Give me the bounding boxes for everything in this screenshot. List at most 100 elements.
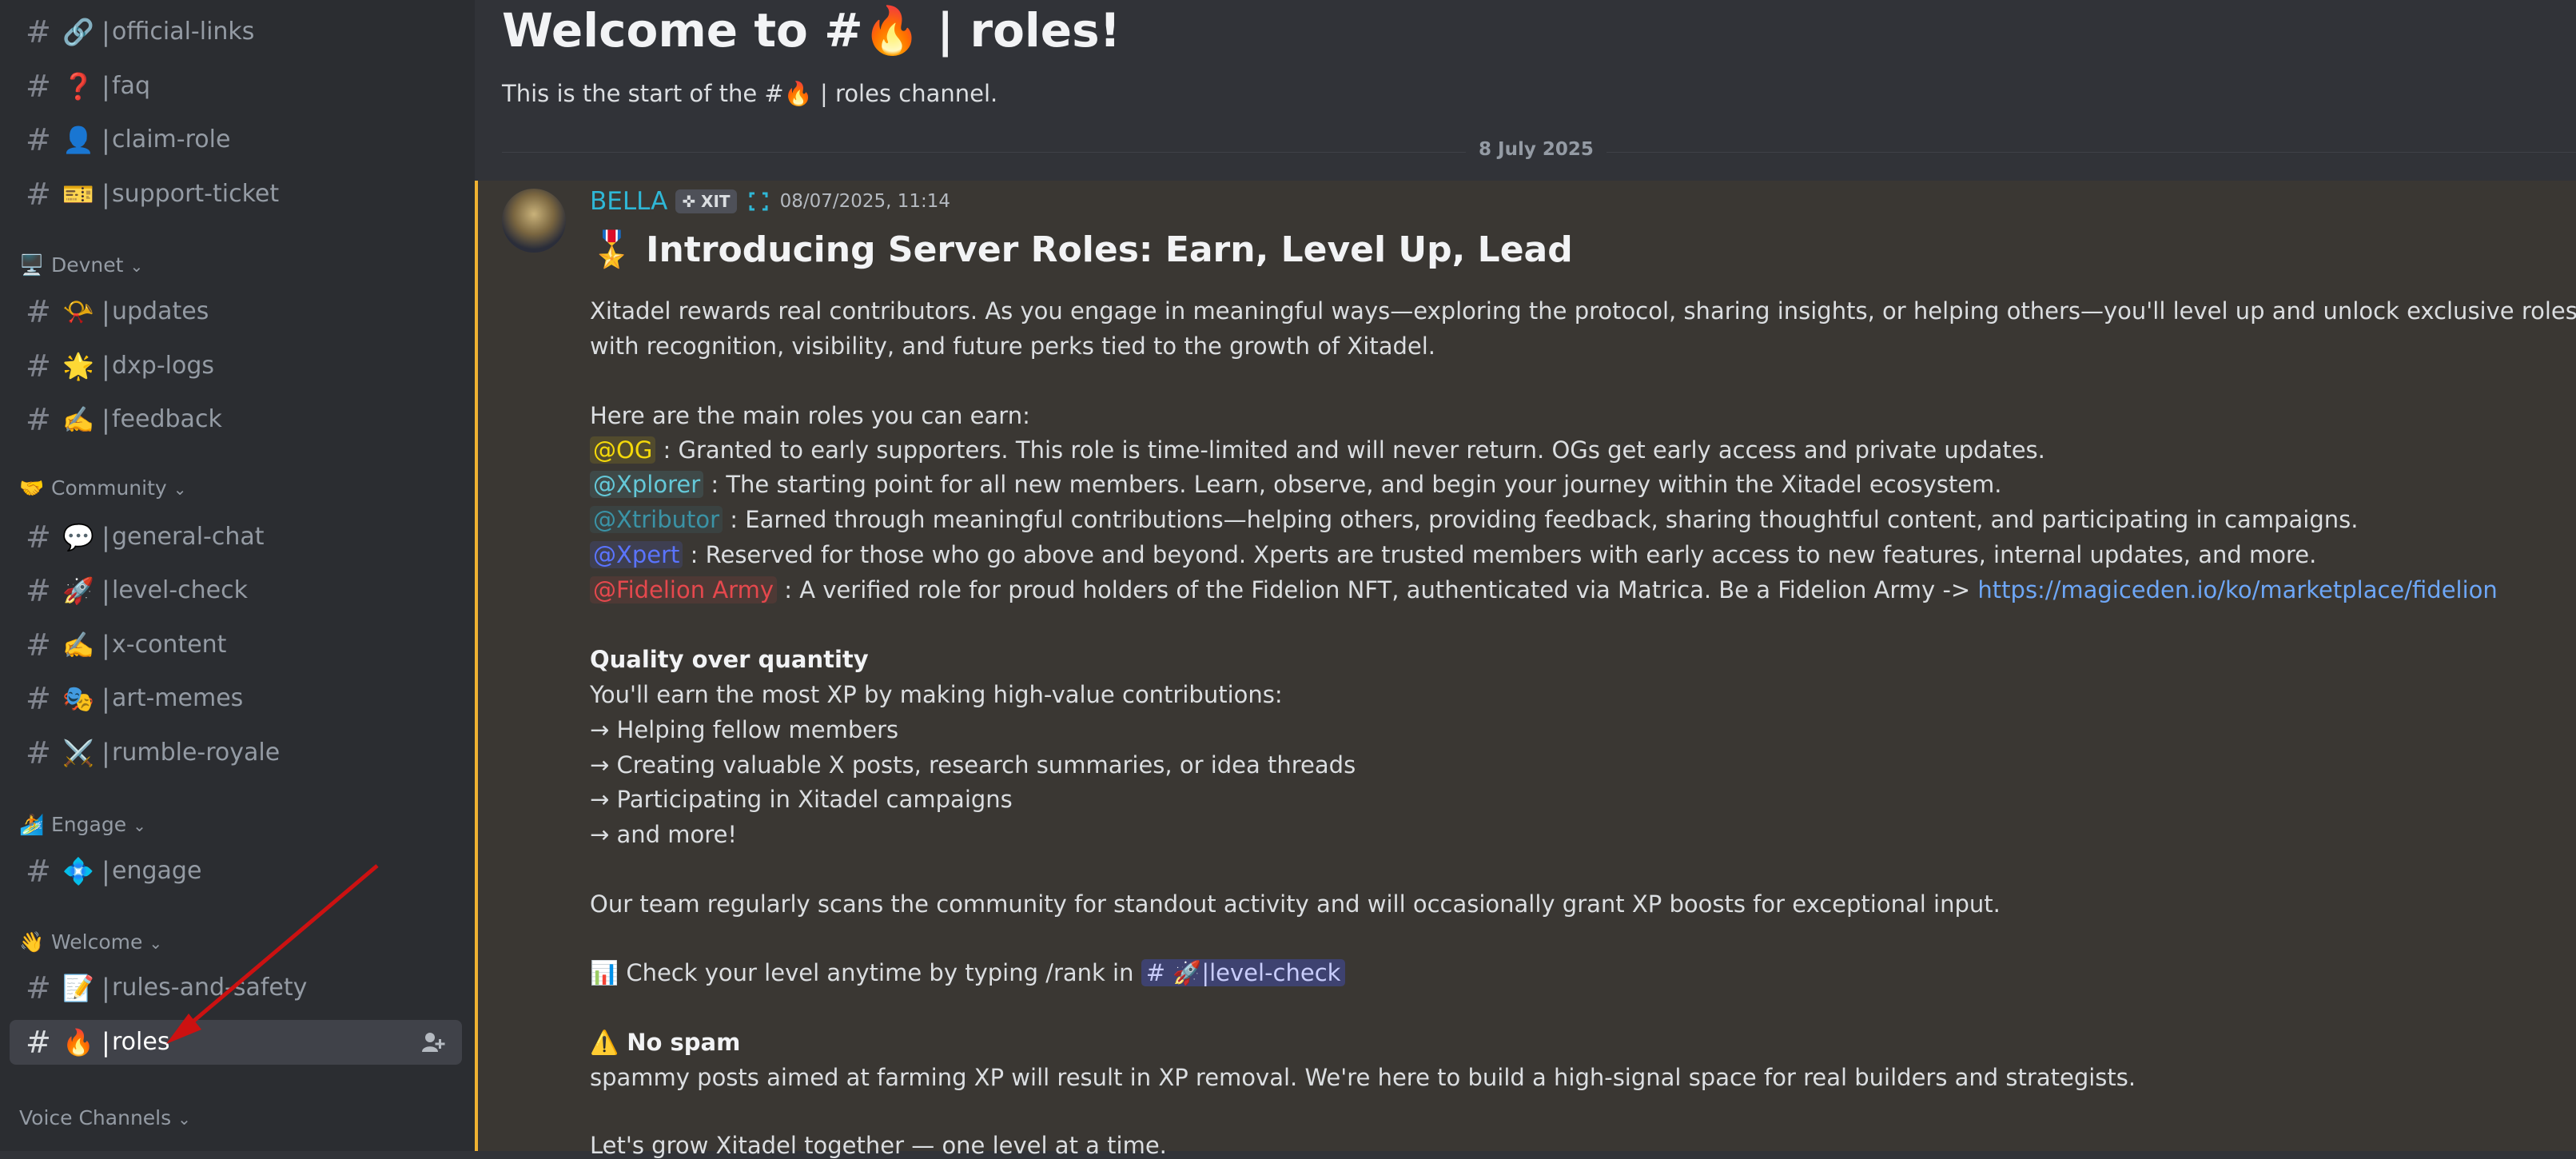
channel-name: feedback	[112, 405, 222, 433]
hash-icon: #	[26, 402, 51, 437]
role-mention[interactable]: @OG	[590, 436, 656, 464]
no-spam-title: ⚠️ No spam	[590, 1029, 741, 1056]
level-check-line: 📊 Check your level anytime by typing /ra…	[590, 959, 1346, 987]
role-description: : The starting point for all new members…	[703, 471, 2002, 498]
role-description: : Granted to early supporters. This role…	[655, 436, 2045, 464]
quality-title: Quality over quantity	[590, 646, 869, 673]
hash-icon: #	[26, 627, 51, 663]
channel-name: x-content	[112, 631, 227, 659]
medal-icon: 🎖️	[590, 229, 634, 270]
intro-line-2: with recognition, visibility, and future…	[590, 333, 1436, 360]
sidebar-channel-dxp-logs[interactable]: # 🌟 | dxp-logs	[10, 344, 462, 388]
bar-chart-icon: 📊	[590, 959, 619, 986]
hash-icon: #	[26, 348, 51, 384]
category-label: Engage	[51, 813, 127, 836]
hash-icon: #	[26, 520, 51, 555]
category-icon: 🖥️	[19, 253, 45, 277]
fidelion-link[interactable]: https://magiceden.io/ko/marketplace/fide…	[1977, 576, 2497, 603]
category-3[interactable]: 🏄 Engage ⌄	[19, 813, 146, 837]
chevron-down-icon: ⌄	[177, 1109, 191, 1129]
channel-separator: |	[102, 179, 110, 209]
hash-icon: #	[26, 735, 51, 771]
role-line: @Xpert : Reserved for those who go above…	[590, 541, 2316, 568]
channel-separator: |	[102, 71, 110, 102]
message-header: BELLA ✜ XIT 08/07/2025, 11:14	[590, 185, 950, 217]
channel-emoji-icon: 👤	[62, 125, 94, 155]
sidebar-channel-x-content[interactable]: # ✍️ | x-content	[10, 623, 462, 667]
channel-separator: |	[102, 125, 110, 155]
category-4[interactable]: 👋 Welcome ⌄	[19, 930, 162, 954]
sidebar-channel-level-check[interactable]: # 🚀 | level-check	[10, 568, 462, 613]
role-line: @Fidelion Army : A verified role for pro…	[590, 576, 2498, 603]
author-name[interactable]: BELLA	[590, 187, 667, 216]
hash-icon: #	[26, 69, 51, 104]
sidebar-channel-official-links[interactable]: # 🔗 | official-links	[10, 10, 462, 54]
highlighted-message[interactable]: BELLA ✜ XIT 08/07/2025, 11:14 🎖️ Introdu…	[475, 181, 2576, 1159]
sidebar-channel-faq[interactable]: # ❓ | faq	[10, 64, 462, 109]
sidebar-channel-rules-and-safety[interactable]: # 📝 | rules-and-safety	[10, 966, 462, 1010]
welcome-subtitle: This is the start of the #🔥 | roles chan…	[502, 80, 998, 107]
channel-emoji-icon: ⚔️	[62, 738, 94, 768]
role-mention[interactable]: @Xplorer	[590, 471, 704, 498]
add-member-icon[interactable]	[420, 1030, 446, 1055]
intro-line-1: Xitadel rewards real contributors. As yo…	[590, 297, 2576, 325]
channel-separator: |	[102, 404, 110, 435]
quality-item: → Participating in Xitadel campaigns	[590, 786, 1013, 813]
quality-item: → Creating valuable X posts, research su…	[590, 751, 1356, 779]
sidebar-channel-general-chat[interactable]: # 💬 | general-chat	[10, 515, 462, 560]
category-icon: 👋	[19, 930, 45, 954]
hash-icon: #	[26, 1025, 51, 1060]
server-booster-icon	[749, 192, 768, 211]
category-5[interactable]: Voice Channels ⌄	[19, 1106, 191, 1129]
sidebar-channel-claim-role[interactable]: # 👤 | claim-role	[10, 117, 462, 162]
role-line: @Xtributor : Earned through meaningful c…	[590, 506, 2358, 533]
chat-area: Welcome to #🔥 | roles! This is the start…	[475, 0, 2576, 1159]
date-divider-label: 8 July 2025	[1466, 139, 1607, 160]
quality-intro: You'll earn the most XP by making high-v…	[590, 681, 1283, 708]
category-label: Welcome	[51, 930, 143, 954]
channel-emoji-icon: ✍️	[62, 404, 94, 435]
channel-name: general-chat	[112, 523, 265, 551]
channel-name: art-memes	[112, 684, 244, 712]
message-timestamp: 08/07/2025, 11:14	[779, 191, 951, 212]
role-line: @Xplorer : The starting point for all ne…	[590, 471, 2002, 498]
channel-name: dxp-logs	[112, 352, 215, 380]
channel-emoji-icon: 🎫	[62, 179, 94, 209]
category-icon: 🤝	[19, 476, 45, 500]
category-2[interactable]: 🤝 Community ⌄	[19, 476, 186, 500]
channel-separator: |	[102, 297, 110, 327]
channel-separator: |	[102, 522, 110, 552]
sidebar-channel-rumble-royale[interactable]: # ⚔️ | rumble-royale	[10, 731, 462, 775]
role-mention[interactable]: @Xpert	[590, 541, 683, 568]
sidebar-channel-feedback[interactable]: # ✍️ | feedback	[10, 397, 462, 442]
channel-mention-level-check[interactable]: # 🚀|level-check	[1141, 959, 1346, 986]
category-label: Community	[51, 476, 167, 500]
sidebar-channel-roles[interactable]: # 🔥 | roles	[10, 1020, 462, 1065]
channel-emoji-icon: 💬	[62, 522, 94, 552]
role-description: : A verified role for proud holders of t…	[777, 576, 1978, 603]
role-description: : Reserved for those who go above and be…	[683, 541, 2317, 568]
sidebar-channel-support-ticket[interactable]: # 🎫 | support-ticket	[10, 172, 462, 217]
avatar[interactable]	[502, 189, 566, 253]
channel-separator: |	[102, 17, 110, 47]
channel-separator: |	[102, 1027, 110, 1057]
channel-emoji-icon: 📯	[62, 297, 94, 327]
channel-name: updates	[112, 297, 209, 325]
channel-separator: |	[102, 683, 110, 714]
quality-item: → Helping fellow members	[590, 716, 899, 743]
channel-separator: |	[102, 351, 110, 381]
role-mention[interactable]: @Fidelion Army	[590, 576, 777, 603]
channel-name: support-ticket	[112, 180, 280, 208]
role-line: @OG : Granted to early supporters. This …	[590, 436, 2045, 464]
server-tag[interactable]: ✜ XIT	[675, 189, 737, 213]
sidebar-channel-art-memes[interactable]: # 🎭 | art-memes	[10, 676, 462, 721]
sidebar-channel-updates[interactable]: # 📯 | updates	[10, 289, 462, 334]
channel-separator: |	[102, 576, 110, 606]
channel-emoji-icon: ❓	[62, 71, 94, 102]
category-1[interactable]: 🖥️ Devnet ⌄	[19, 253, 143, 277]
quality-item: → and more!	[590, 821, 738, 848]
chevron-down-icon: ⌄	[129, 257, 144, 276]
role-mention[interactable]: @Xtributor	[590, 506, 723, 533]
channel-emoji-icon: ✍️	[62, 630, 94, 660]
sidebar-channel-engage[interactable]: # 💠 | engage	[10, 849, 462, 894]
